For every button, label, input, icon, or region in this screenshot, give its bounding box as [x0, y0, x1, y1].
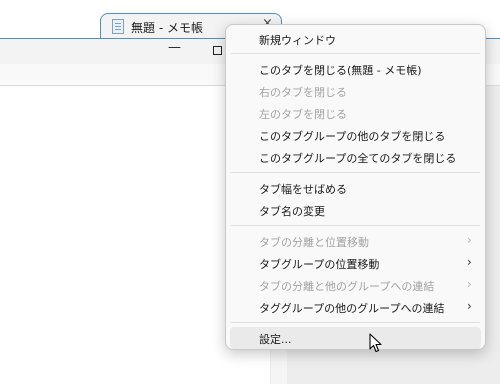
menu-item-label: このタブグループの他のタブを閉じる: [259, 130, 446, 143]
menu-item-label: タブ名の変更: [259, 205, 325, 218]
chevron-right-icon: ›: [467, 233, 472, 247]
menu-item-label: 左のタブを閉じる: [259, 108, 347, 121]
notepad-document-icon: [112, 19, 124, 34]
menu-item-label: タブの分離と他のグループへの連結: [259, 280, 435, 293]
menu-item-label: 新規ウィンドウ: [259, 34, 336, 47]
menu-separator: [231, 172, 480, 173]
menu-separator: [231, 322, 480, 323]
menu-item-label: 右のタブを閉じる: [259, 86, 347, 99]
menu-item-join-tab-group[interactable]: タググループの他のグループへの連結 ›: [230, 296, 481, 318]
menu-item-label: タブの分離と位置移動: [259, 236, 369, 249]
menu-item-label: タブグループの位置移動: [259, 258, 380, 271]
menu-item-label: タググループの他のグループへの連結: [259, 302, 445, 315]
tab-context-menu: 新規ウィンドウ このタブを閉じる(無題 - メモ帳) 右のタブを閉じる 左のタブ…: [225, 24, 486, 350]
menu-item-narrow-tab-width[interactable]: タブ幅をせばめる: [230, 177, 481, 199]
menu-separator: [231, 53, 480, 54]
menu-item-label: 設定...: [259, 333, 292, 346]
menu-item-close-all-tabs-in-group[interactable]: このタブグループの全てのタブを閉じる: [230, 146, 481, 168]
menu-item-settings[interactable]: 設定...: [230, 327, 481, 349]
menu-item-close-other-tabs-in-group[interactable]: このタブグループの他のタブを閉じる: [230, 124, 481, 146]
menu-separator: [231, 225, 480, 226]
chevron-right-icon: ›: [467, 277, 472, 291]
menu-item-detach-and-move-tab: タブの分離と位置移動 ›: [230, 230, 481, 252]
menu-item-rename-tab[interactable]: タブ名の変更: [230, 199, 481, 221]
menu-item-close-this-tab[interactable]: このタブを閉じる(無題 - メモ帳): [230, 58, 481, 80]
mouse-pointer-icon: [369, 333, 382, 353]
menu-item-label: このタブグループの全てのタブを閉じる: [259, 152, 457, 165]
chevron-right-icon: ›: [467, 255, 472, 269]
menu-item-detach-and-join-group: タブの分離と他のグループへの連結 ›: [230, 274, 481, 296]
menu-item-label: タブ幅をせばめる: [259, 183, 347, 196]
minimize-button[interactable]: —: [168, 40, 181, 55]
chevron-right-icon: ›: [467, 299, 472, 313]
menu-item-label: このタブを閉じる(無題 - メモ帳): [259, 64, 422, 77]
tab-title: 無題 - メモ帳: [131, 21, 203, 35]
maximize-button[interactable]: [213, 46, 222, 55]
menu-item-close-left-tabs: 左のタブを閉じる: [230, 102, 481, 124]
menu-item-move-tab-group[interactable]: タブグループの位置移動 ›: [230, 252, 481, 274]
menu-item-new-window[interactable]: 新規ウィンドウ: [230, 28, 481, 50]
menu-item-close-right-tabs: 右のタブを閉じる: [230, 80, 481, 102]
